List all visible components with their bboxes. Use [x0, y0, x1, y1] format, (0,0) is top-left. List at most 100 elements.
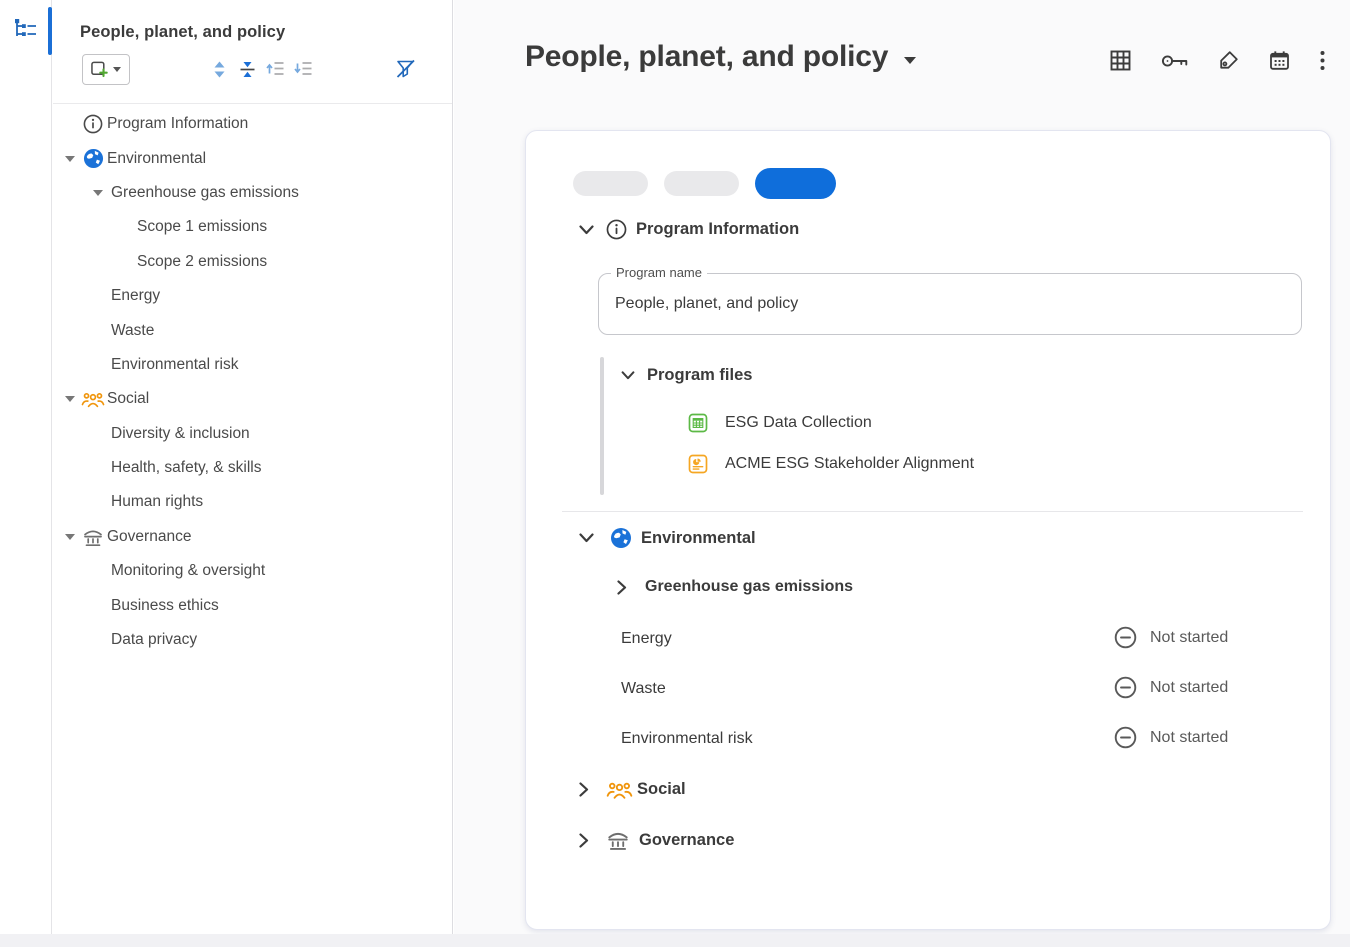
program-card: Program Information Program name Program…: [525, 130, 1331, 930]
sidebar-toolbar: [53, 54, 452, 90]
chevron-down-icon: [113, 67, 121, 72]
outline-sidebar: People, planet, and policy: [53, 0, 453, 947]
chevron-down-icon: [904, 57, 916, 64]
globe-icon: [610, 527, 632, 549]
chevron-right-icon[interactable]: [579, 782, 589, 797]
indent-decrease-icon[interactable]: [266, 61, 285, 76]
pill-inactive-2[interactable]: [664, 171, 739, 196]
caret-down-icon[interactable]: [59, 396, 81, 402]
tree-item-label: Waste: [111, 322, 154, 340]
tree-item-label: Data privacy: [111, 631, 197, 649]
status-label: Not started: [1150, 679, 1228, 697]
overflow-menu-icon[interactable]: [1320, 50, 1325, 71]
tree-item-business-ethics[interactable]: Business ethics: [53, 588, 452, 622]
caret-down-icon[interactable]: [59, 534, 81, 540]
people-icon: [81, 389, 105, 409]
section-social[interactable]: Social: [579, 779, 686, 800]
section-title: Social: [637, 780, 686, 799]
chevron-right-icon[interactable]: [617, 580, 627, 595]
tree-item-label: Diversity & inclusion: [111, 425, 250, 443]
tree-item-label: Program Information: [107, 115, 248, 133]
status-badge[interactable]: Not started: [1114, 626, 1228, 649]
tree-item-greenhouse-gas-emissions[interactable]: Greenhouse gas emissions: [53, 176, 452, 210]
pill-group: [573, 168, 836, 199]
tree-item-program-information[interactable]: Program Information: [53, 107, 452, 141]
section-divider: [562, 511, 1303, 512]
bottom-strip: [0, 934, 1350, 947]
tree-item-monitoring-oversight[interactable]: Monitoring & oversight: [53, 554, 452, 588]
status-badge[interactable]: Not started: [1114, 676, 1228, 699]
nesting-guide-bar: [600, 357, 604, 495]
tree-item-label: Scope 2 emissions: [137, 253, 267, 271]
left-rail: [0, 0, 52, 947]
indent-increase-icon[interactable]: [294, 61, 313, 76]
section-title: Governance: [639, 831, 734, 850]
pill-active[interactable]: [755, 168, 836, 199]
tree-item-scope-1-emissions[interactable]: Scope 1 emissions: [53, 210, 452, 244]
sidebar-divider: [53, 103, 452, 104]
tree-item-environmental-risk[interactable]: Environmental risk: [53, 348, 452, 382]
section-title: Environmental: [641, 529, 756, 548]
people-icon: [606, 779, 633, 800]
section-governance[interactable]: Governance: [579, 829, 734, 851]
tree-item-label: Energy: [111, 287, 160, 305]
page-title: People, planet, and policy: [525, 40, 888, 74]
tree-item-social[interactable]: Social: [53, 382, 452, 416]
tree-item-label: Social: [107, 390, 149, 408]
outline-tree: Program Information Environmental Greenh…: [53, 107, 452, 657]
caret-down-icon[interactable]: [87, 190, 109, 196]
bank-icon: [606, 829, 630, 851]
key-icon[interactable]: [1161, 53, 1188, 69]
tree-item-label: Business ethics: [111, 597, 219, 615]
chevron-down-icon[interactable]: [579, 533, 594, 543]
section-program-files[interactable]: Program files: [621, 366, 752, 385]
section-title: Program files: [647, 366, 752, 385]
sidebar-title: People, planet, and policy: [80, 23, 285, 42]
tree-item-energy[interactable]: Energy: [53, 279, 452, 313]
tree-item-governance[interactable]: Governance: [53, 520, 452, 554]
tree-item-waste[interactable]: Waste: [53, 313, 452, 347]
group-greenhouse-gas-emissions[interactable]: Greenhouse gas emissions: [617, 578, 853, 596]
tree-view-icon[interactable]: [11, 15, 41, 43]
pill-inactive-1[interactable]: [573, 171, 648, 196]
status-badge[interactable]: Not started: [1114, 726, 1228, 749]
tree-item-scope-2-emissions[interactable]: Scope 2 emissions: [53, 245, 452, 279]
program-name-input[interactable]: [599, 274, 1301, 334]
topic-row-waste[interactable]: Waste Not started: [526, 679, 1330, 705]
chevron-right-icon[interactable]: [579, 833, 589, 848]
bank-icon: [81, 527, 105, 547]
program-title-menu[interactable]: People, planet, and policy: [525, 40, 916, 74]
chevron-down-icon[interactable]: [621, 371, 635, 380]
not-started-icon: [1114, 676, 1137, 699]
tree-item-diversity-inclusion[interactable]: Diversity & inclusion: [53, 417, 452, 451]
tree-item-human-rights[interactable]: Human rights: [53, 485, 452, 519]
topic-label: Energy: [621, 630, 672, 648]
collapse-rows-icon[interactable]: [240, 61, 255, 78]
chevron-down-icon[interactable]: [579, 225, 594, 235]
topic-row-environmental-risk[interactable]: Environmental risk Not started: [526, 729, 1330, 755]
section-program-information[interactable]: Program Information: [579, 219, 799, 240]
file-item-acme-esg-stakeholder-alignment[interactable]: ACME ESG Stakeholder Alignment: [688, 454, 974, 474]
topic-label: Waste: [621, 680, 666, 698]
tree-item-label: Monitoring & oversight: [111, 562, 265, 580]
tree-item-environmental[interactable]: Environmental: [53, 141, 452, 175]
table-icon[interactable]: [1110, 50, 1131, 71]
tree-item-label: Environmental: [107, 150, 206, 168]
tree-item-health-safety-skills[interactable]: Health, safety, & skills: [53, 451, 452, 485]
section-environmental[interactable]: Environmental: [579, 527, 756, 549]
filter-clear-icon[interactable]: [395, 59, 416, 79]
field-label: Program name: [611, 265, 707, 280]
topic-row-energy[interactable]: Energy Not started: [526, 629, 1330, 655]
file-item-esg-data-collection[interactable]: ESG Data Collection: [688, 413, 872, 433]
report-file-icon: [688, 454, 708, 474]
tag-icon[interactable]: [1218, 50, 1239, 71]
tree-item-data-privacy[interactable]: Data privacy: [53, 623, 452, 657]
calendar-icon[interactable]: [1269, 50, 1290, 71]
add-section-icon: [91, 61, 109, 78]
tree-item-label: Scope 1 emissions: [137, 218, 267, 236]
expand-rows-icon[interactable]: [212, 61, 227, 78]
add-section-button[interactable]: [82, 54, 130, 85]
tree-item-label: Human rights: [111, 493, 203, 511]
status-label: Not started: [1150, 729, 1228, 747]
caret-down-icon[interactable]: [59, 156, 81, 162]
